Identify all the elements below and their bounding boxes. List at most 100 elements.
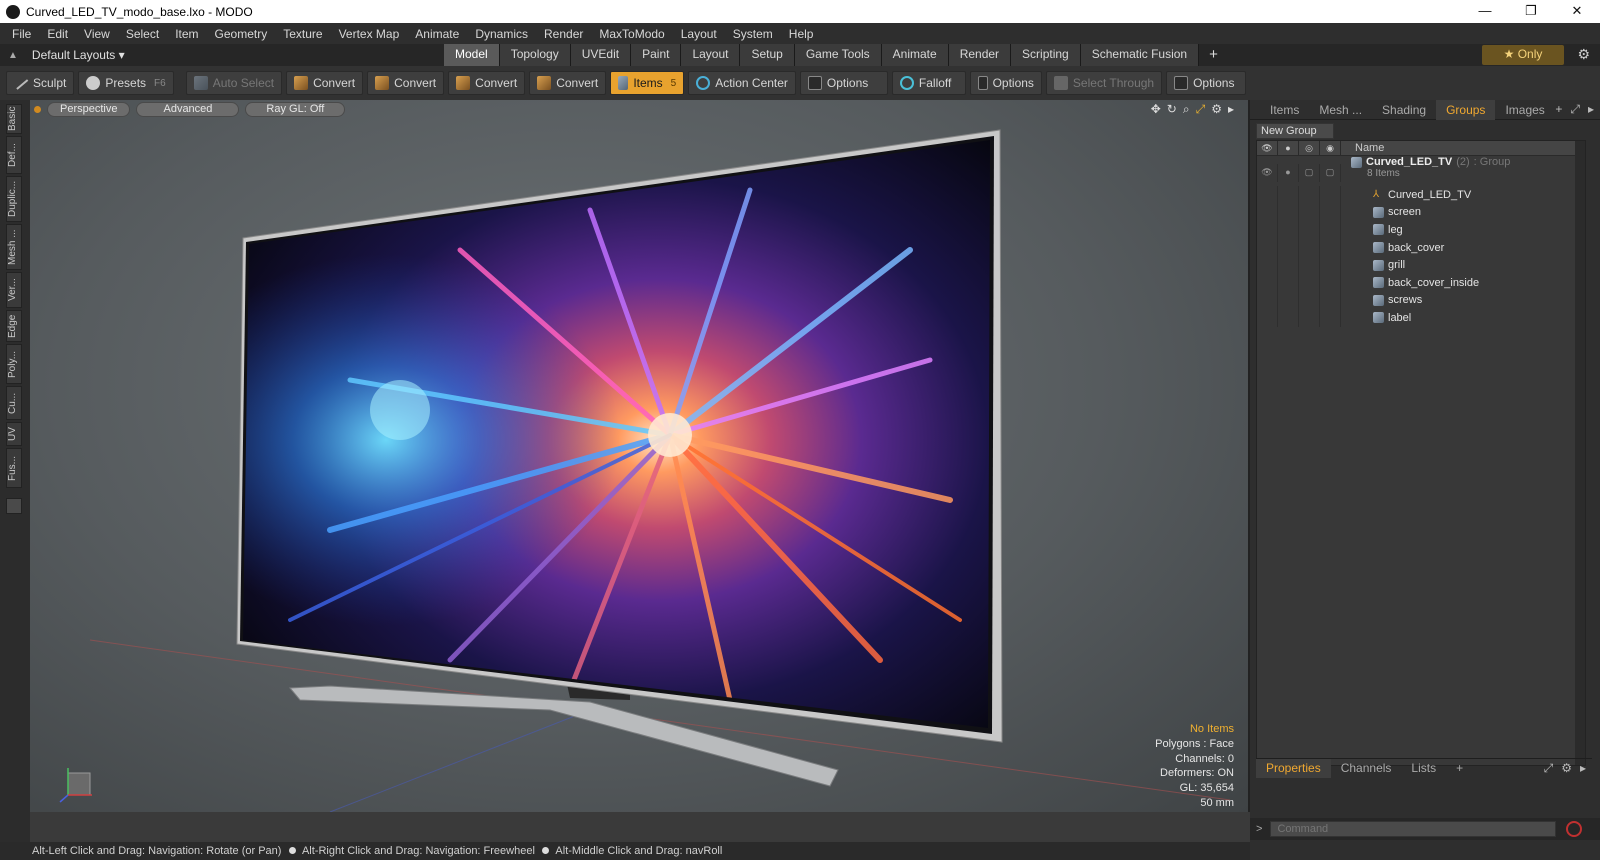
tab-groups[interactable]: Groups <box>1436 99 1496 120</box>
palette-tab-fusion[interactable]: Fus... <box>6 448 22 488</box>
palette-tab-mesh-edit[interactable]: Mesh ... <box>6 224 22 270</box>
gear-icon[interactable]: ⚙ <box>1561 761 1572 776</box>
tab-shading[interactable]: Shading <box>1372 100 1436 120</box>
menu-geometry[interactable]: Geometry <box>207 27 276 41</box>
sculpt-button[interactable]: Sculpt <box>6 71 75 95</box>
palette-tab-deform[interactable]: Def... <box>6 136 22 174</box>
convert-edges-button[interactable]: Convert <box>367 71 445 95</box>
layouts-dropdown[interactable]: ▲ Default Layouts ▾ <box>0 48 444 62</box>
collapse-arrow-icon[interactable]: ▲ <box>8 50 18 61</box>
menu-vertex-map[interactable]: Vertex Map <box>331 27 408 41</box>
3d-viewport[interactable]: Perspective Advanced Ray GL: Off ✥ ↻ ⌕ ⤢… <box>30 100 1250 812</box>
auto-select-button[interactable]: Auto Select <box>185 71 283 95</box>
falloff-button[interactable]: Falloff <box>891 71 966 95</box>
tab-scripting[interactable]: Scripting <box>1011 44 1081 66</box>
tab-animate[interactable]: Animate <box>881 44 949 66</box>
tree-item[interactable]: leg <box>1257 221 1585 239</box>
shading-mode-button[interactable]: Advanced <box>136 101 240 117</box>
menu-item[interactable]: Item <box>167 27 206 41</box>
new-group-button[interactable]: New Group <box>1256 123 1334 139</box>
tree-item[interactable]: screws <box>1257 291 1585 310</box>
render-toggle-icon[interactable]: ● <box>1278 164 1299 182</box>
menu-help[interactable]: Help <box>781 27 822 41</box>
tab-lists[interactable]: Lists <box>1401 759 1446 778</box>
pan-icon[interactable]: ✥ <box>1151 102 1161 117</box>
palette-tab-duplicate[interactable]: Duplic... <box>6 176 22 222</box>
add-tab-icon[interactable]: + <box>1446 759 1473 778</box>
tree-item[interactable]: ⅄ Curved_LED_TV <box>1257 186 1585 204</box>
tree-item[interactable]: back_cover <box>1257 238 1585 257</box>
tab-images[interactable]: Images <box>1495 100 1554 120</box>
tab-paint[interactable]: Paint <box>631 44 682 66</box>
only-toggle-button[interactable]: ★ Only <box>1482 45 1564 65</box>
viewport-menu-icon[interactable] <box>34 105 41 113</box>
items-mode-button[interactable]: Items 5 <box>610 71 685 95</box>
tree-item[interactable]: grill <box>1257 256 1585 274</box>
pop-out-icon[interactable]: ⤢ <box>1570 102 1580 117</box>
close-button[interactable]: ✕ <box>1554 0 1600 23</box>
presets-button[interactable]: Presets F6 <box>78 71 174 95</box>
tab-uvedit[interactable]: UVEdit <box>570 44 632 66</box>
viewport-expand-icon[interactable]: ▸ <box>1228 102 1234 117</box>
tab-game-tools[interactable]: Game Tools <box>794 44 882 66</box>
tab-setup[interactable]: Setup <box>740 44 795 66</box>
palette-tab-edge[interactable]: Edge <box>6 310 22 342</box>
add-tab-icon[interactable]: + <box>1555 102 1562 117</box>
minimize-button[interactable]: — <box>1462 0 1508 23</box>
convert-vertices-button[interactable]: Convert <box>286 71 364 95</box>
group-row[interactable]: 👁 ● ▢ ▢ Curved_LED_TV (2) : Group 8 Item… <box>1257 156 1585 186</box>
menu-view[interactable]: View <box>76 27 118 41</box>
select-toggle-icon[interactable]: ▢ <box>1320 164 1341 182</box>
palette-expand-button[interactable] <box>6 498 22 514</box>
menu-animate[interactable]: Animate <box>407 27 467 41</box>
tree-item[interactable]: screen <box>1257 203 1585 222</box>
palette-tab-curve[interactable]: Cu... <box>6 386 22 420</box>
select-options-button[interactable]: Options <box>1166 71 1247 95</box>
falloff-options-button[interactable]: Options <box>969 71 1042 95</box>
tab-topology[interactable]: Topology <box>499 44 571 66</box>
maximize-button[interactable]: ❐ <box>1508 0 1554 23</box>
select-column-icon[interactable]: ◉ <box>1320 140 1341 156</box>
select-through-button[interactable]: Select Through <box>1045 71 1163 95</box>
tab-items[interactable]: Items <box>1260 100 1309 120</box>
tab-model[interactable]: Model <box>444 44 500 66</box>
render-column-icon[interactable]: ● <box>1278 140 1299 156</box>
fit-icon[interactable]: ⤢ <box>1196 102 1206 117</box>
panel-menu-icon[interactable]: ▸ <box>1580 761 1586 776</box>
command-input[interactable] <box>1270 821 1557 837</box>
tab-properties[interactable]: Properties <box>1256 759 1331 778</box>
tree-item[interactable]: back_cover_inside <box>1257 273 1585 292</box>
pop-out-icon[interactable]: ⤢ <box>1544 761 1554 776</box>
viewport-settings-icon[interactable]: ⚙ <box>1211 102 1222 117</box>
convert-polygons-button[interactable]: Convert <box>448 71 526 95</box>
menu-file[interactable]: File <box>4 27 39 41</box>
action-center-button[interactable]: Action Center <box>688 71 796 95</box>
tab-channels[interactable]: Channels <box>1331 759 1402 778</box>
menu-maxtomodo[interactable]: MaxToModo <box>591 27 672 41</box>
palette-tab-basic[interactable]: Basic <box>6 104 22 134</box>
menu-dynamics[interactable]: Dynamics <box>467 27 536 41</box>
menu-system[interactable]: System <box>725 27 781 41</box>
menu-render[interactable]: Render <box>536 27 591 41</box>
convert-materials-button[interactable]: Convert <box>529 71 607 95</box>
menu-edit[interactable]: Edit <box>39 27 76 41</box>
record-macro-icon[interactable] <box>1566 821 1583 837</box>
raygl-button[interactable]: Ray GL: Off <box>245 101 346 117</box>
visibility-toggle-icon[interactable]: 👁 <box>1257 164 1278 182</box>
tree-scrollbar[interactable] <box>1575 141 1585 765</box>
lock-toggle-icon[interactable]: ▢ <box>1299 164 1320 182</box>
palette-tab-uv[interactable]: UV <box>6 422 22 446</box>
visibility-column-icon[interactable]: 👁 <box>1257 140 1278 156</box>
tab-layout[interactable]: Layout <box>681 44 741 66</box>
tab-mesh[interactable]: Mesh ... <box>1309 100 1372 120</box>
action-center-options-button[interactable]: Options <box>799 71 888 95</box>
palette-tab-polygon[interactable]: Poly... <box>6 344 22 384</box>
view-mode-button[interactable]: Perspective <box>47 101 131 117</box>
menu-layout[interactable]: Layout <box>673 27 725 41</box>
lock-column-icon[interactable]: ◎ <box>1299 140 1320 156</box>
rotate-icon[interactable]: ↻ <box>1167 102 1177 117</box>
tree-item[interactable]: label <box>1257 309 1585 327</box>
menu-select[interactable]: Select <box>118 27 167 41</box>
palette-tab-vertex[interactable]: Ver... <box>6 272 22 308</box>
panel-menu-icon[interactable]: ▸ <box>1588 102 1594 117</box>
